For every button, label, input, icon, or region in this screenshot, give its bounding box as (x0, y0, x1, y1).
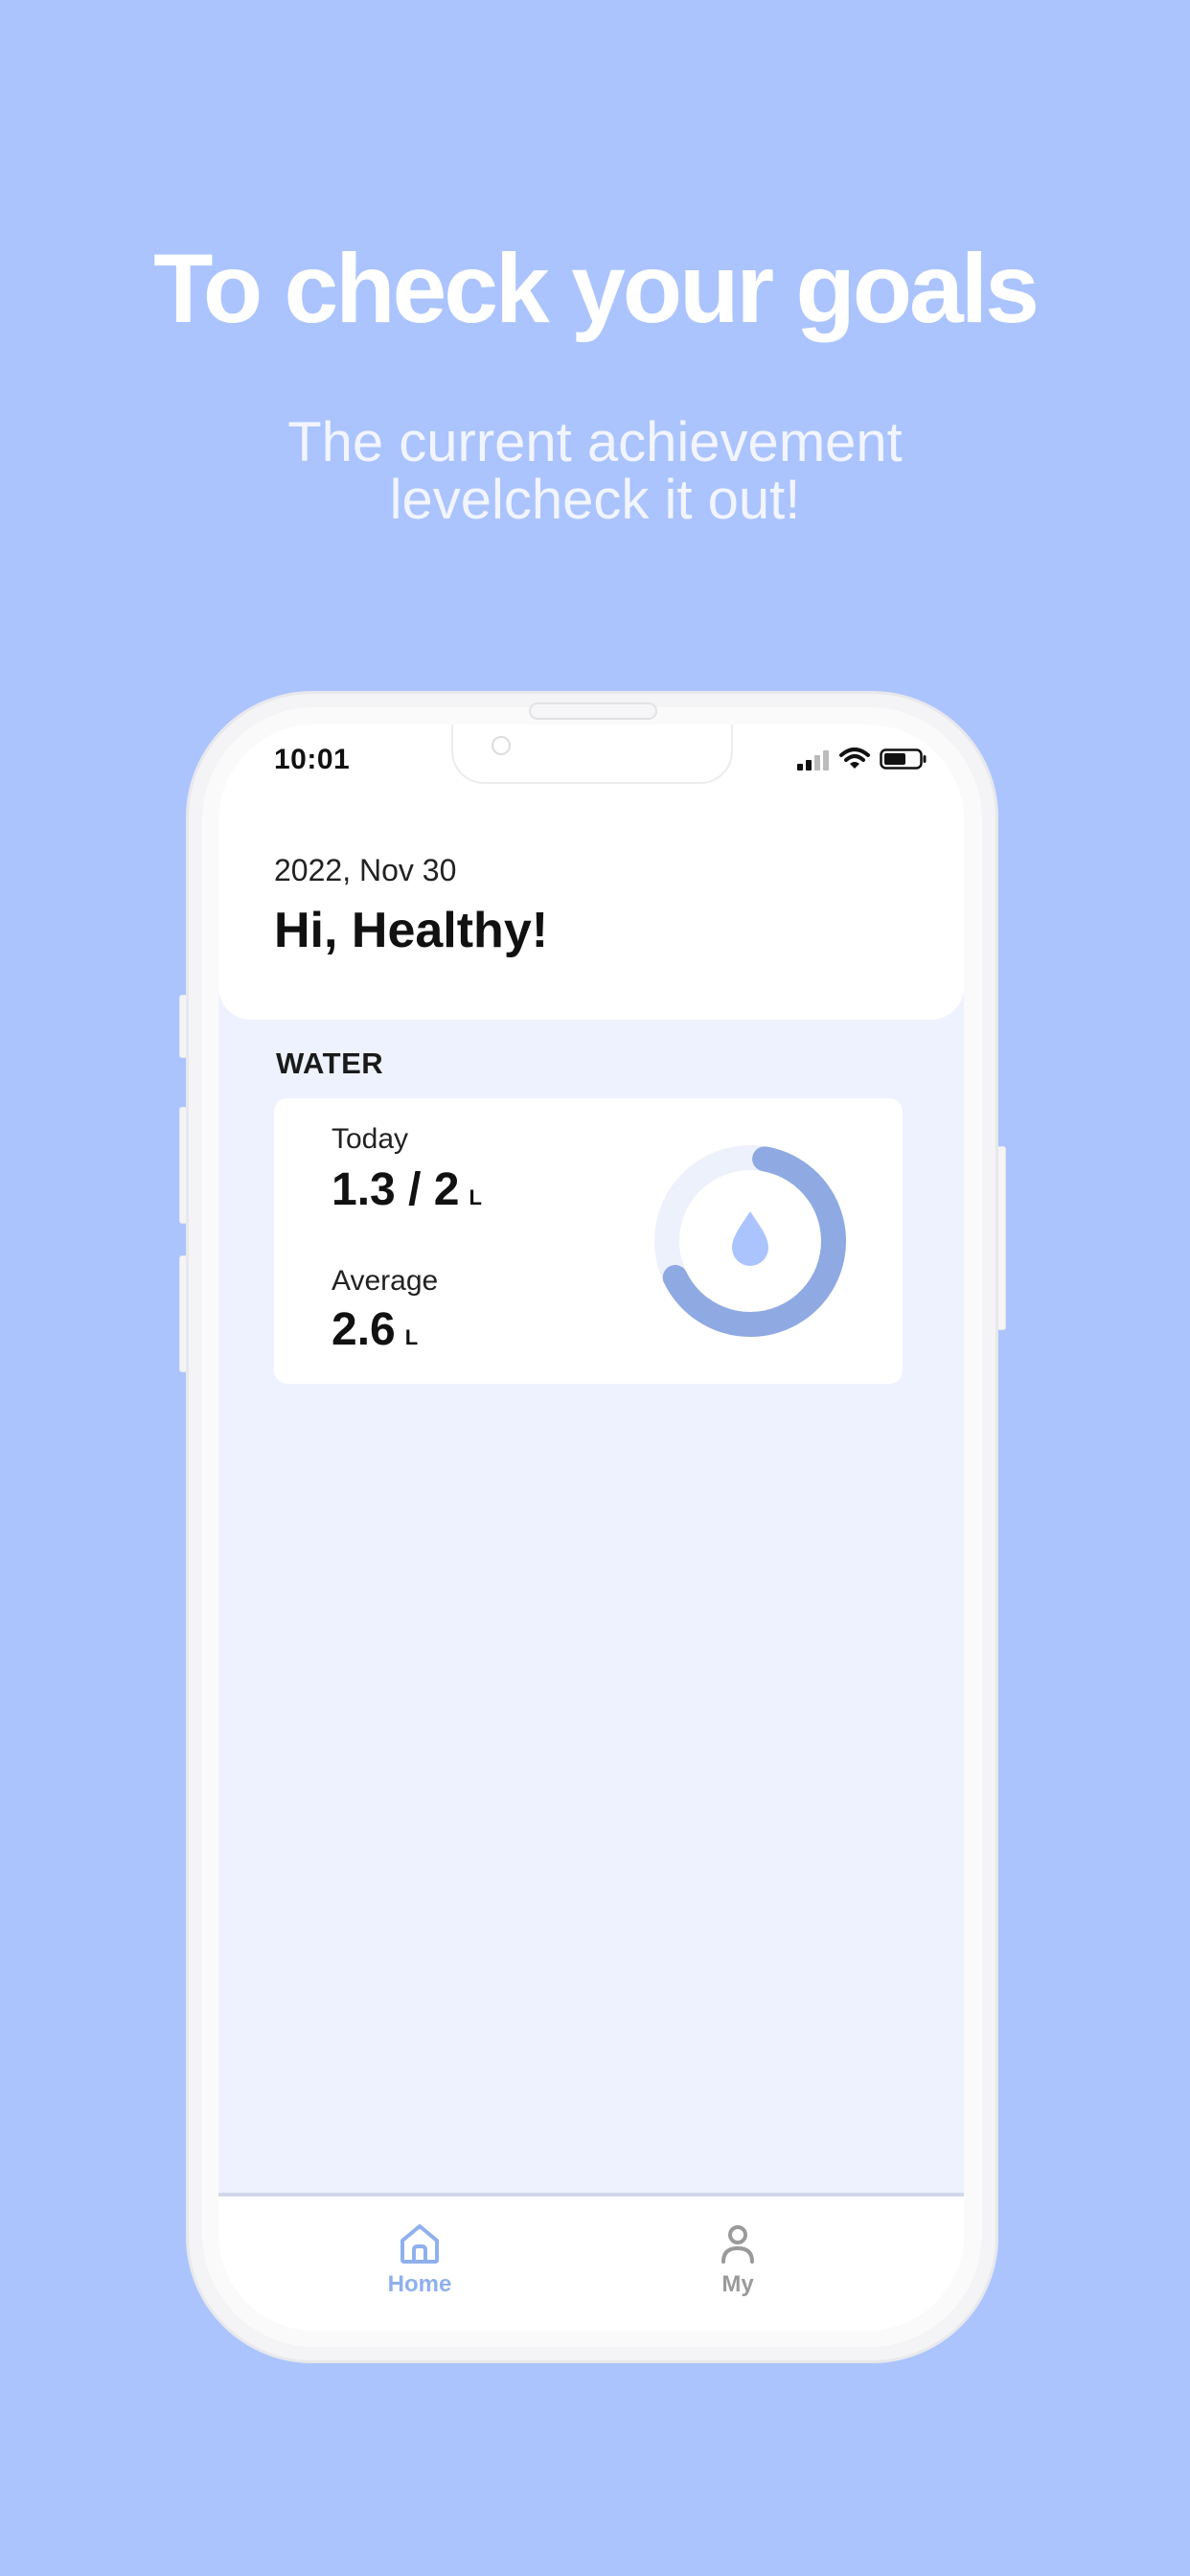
current-date: 2022, Nov 30 (274, 853, 457, 887)
home-icon (400, 2224, 439, 2264)
tab-my[interactable]: My (642, 2196, 834, 2331)
user-icon (721, 2225, 754, 2264)
average-amount: 2.6 (332, 1304, 396, 1355)
front-camera (492, 736, 511, 755)
promo-subline-line-2: levelcheck it out! (389, 469, 801, 531)
average-unit: L (404, 1325, 419, 1349)
water-drop-icon (732, 1211, 768, 1266)
water-section-label: WATER (276, 1046, 384, 1080)
signal-icon (797, 750, 829, 770)
greeting-title: Hi, Healthy! (274, 903, 549, 958)
tabbar: Home My (218, 2196, 964, 2331)
promo-headline: To check your goals (153, 234, 1040, 343)
tab-my-label: My (721, 2271, 754, 2297)
today-unit: L (469, 1185, 482, 1209)
tab-home[interactable]: Home (324, 2196, 515, 2331)
today-amount: 1.3 / 2 (332, 1164, 460, 1215)
promo-subline-line-1: The current achievement (287, 411, 903, 473)
promo-subline: The current achievement levelcheck it ou… (0, 414, 1190, 529)
phone-screen: 10:01 2022, Nov 30 Hi, Healthy! WATER To… (218, 724, 964, 2331)
phone-speaker (529, 702, 657, 720)
today-label: Today (332, 1123, 409, 1155)
tab-home-label: Home (387, 2271, 452, 2297)
average-label: Average (332, 1265, 439, 1297)
header-card: 10:01 2022, Nov 30 Hi, Healthy! (218, 724, 964, 1020)
water-progress-ring (654, 1145, 846, 1337)
status-time: 10:01 (274, 744, 351, 775)
today-value: 1.3 / 2 L (332, 1163, 482, 1216)
water-card[interactable]: Today 1.3 / 2 L Average 2.6 L (274, 1098, 903, 1384)
status-icons (797, 746, 927, 770)
wifi-icon (839, 748, 870, 769)
battery-icon (880, 748, 927, 770)
average-value: 2.6 L (332, 1303, 418, 1356)
phone-notch (451, 724, 733, 784)
